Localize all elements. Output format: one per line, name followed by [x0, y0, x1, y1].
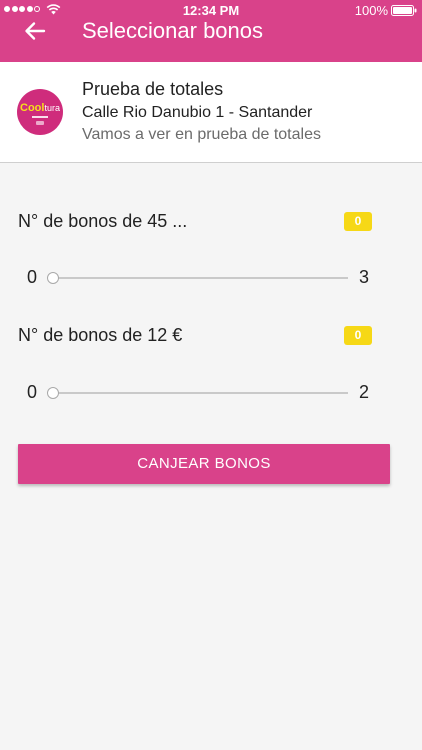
bono-quantity-slider[interactable]: 0 2 [0, 381, 422, 405]
venue-logo: Cooltura [17, 89, 63, 135]
slider-track[interactable] [53, 392, 348, 394]
venue-card: Cooltura Prueba de totales Calle Rio Dan… [0, 62, 422, 163]
app-header: 12:34 PM 100% Seleccionar bonos [0, 0, 422, 62]
slider-thumb[interactable] [47, 272, 59, 284]
logo-decoration [32, 116, 48, 118]
slider-thumb[interactable] [47, 387, 59, 399]
arrow-left-icon[interactable] [24, 21, 46, 41]
venue-address: Calle Rio Danubio 1 - Santander [82, 104, 313, 121]
slider-min-label: 0 [27, 382, 38, 402]
bono-quantity-slider[interactable]: 0 3 [0, 266, 422, 290]
logo-emblem [36, 121, 44, 125]
slider-max-label: 3 [359, 267, 370, 287]
redeem-bonos-button[interactable]: CANJEAR BONOS [18, 444, 390, 484]
slider-max-label: 2 [359, 382, 370, 402]
bono-label: N° de bonos de 12 € [18, 325, 183, 345]
battery-percent: 100% [354, 3, 388, 18]
venue-name: Prueba de totales [82, 79, 224, 99]
venue-description: Vamos a ver en prueba de totales [82, 126, 321, 143]
battery-full-icon [391, 5, 417, 16]
bono-label: N° de bonos de 45 ... [18, 211, 188, 231]
slider-track[interactable] [53, 277, 348, 279]
bono-count-badge: 0 [344, 326, 372, 345]
logo-text-primary: Cool [20, 102, 45, 114]
slider-min-label: 0 [27, 267, 38, 287]
logo-text-secondary: tura [44, 103, 60, 113]
bono-count-badge: 0 [344, 212, 372, 231]
page-title: Seleccionar bonos [82, 18, 264, 43]
